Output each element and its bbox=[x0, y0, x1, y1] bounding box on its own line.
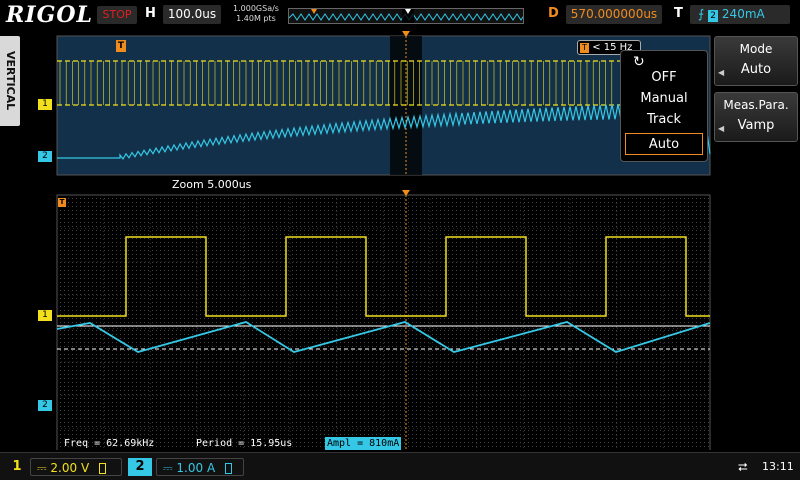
brand-logo: RIGOL bbox=[6, 2, 93, 28]
overview-ch2-marker[interactable]: 2 bbox=[38, 151, 52, 162]
meas-para-value: Vamp bbox=[737, 118, 775, 133]
rising-edge-icon: ⨍ bbox=[698, 7, 705, 21]
ch1-badge[interactable]: 1 bbox=[8, 458, 26, 476]
ch1-scale-box[interactable]: ⎓ 2.00 V bbox=[30, 458, 122, 476]
trigger-readout[interactable]: ⨍ 2 240mA bbox=[690, 5, 790, 24]
meas-para-softkey[interactable]: ◀ Meas.Para. Vamp bbox=[714, 92, 798, 142]
delay-readout[interactable]: 570.000000us bbox=[566, 5, 662, 24]
memory-position-bar[interactable] bbox=[288, 8, 524, 24]
timebase-readout[interactable]: 100.0us bbox=[163, 5, 221, 24]
delay-label: D bbox=[548, 6, 559, 21]
memory-wave-icon bbox=[289, 9, 523, 23]
horizontal-label: H bbox=[145, 6, 156, 21]
vertical-tab[interactable]: VERTICAL bbox=[0, 36, 20, 126]
freq-measurement: Freq = 62.69kHz bbox=[64, 438, 155, 449]
mode-softkey[interactable]: ◀ Mode Auto bbox=[714, 36, 798, 86]
softkey-menu: ◀ Mode Auto ◀ Meas.Para. Vamp bbox=[712, 30, 800, 450]
sample-rate: 1.000GSa/s bbox=[233, 4, 279, 13]
run-stop-indicator[interactable]: STOP bbox=[97, 6, 137, 24]
zoom-ch1-marker[interactable]: 1 bbox=[38, 310, 52, 321]
period-measurement: Period = 15.95us bbox=[196, 438, 293, 449]
battery-icon bbox=[98, 463, 106, 474]
oscilloscope-screen: RIGOL STOP H 100.0us 1.000GSa/s 1.40M pt… bbox=[0, 0, 800, 480]
trigger-level: 240mA bbox=[721, 7, 765, 21]
ch2-badge[interactable]: 2 bbox=[128, 458, 152, 476]
ampl-measurement: Ampl = 810mA bbox=[325, 437, 402, 450]
zoom-trigger-marker: T bbox=[58, 198, 66, 207]
dc-coupling-icon: ⎓ bbox=[37, 461, 47, 475]
overview-ch1-marker[interactable]: 1 bbox=[38, 99, 52, 110]
zoom-ch2-marker[interactable]: 2 bbox=[38, 400, 52, 411]
acquisition-info: 1.000GSa/s 1.40M pts bbox=[228, 4, 284, 24]
waveform-area[interactable]: T 1 2 T < 15 Hz Zoom 5.000us T 1 2 bbox=[0, 30, 712, 450]
channel-status-bar: 1 ⎓ 2.00 V 2 ⎓ 1.00 A ⮂ 13:11 bbox=[0, 452, 800, 480]
ch1-scale: 2.00 V bbox=[50, 461, 90, 475]
chevron-left-icon: ◀ bbox=[718, 124, 725, 133]
zoom-label: Zoom 5.000us bbox=[172, 178, 252, 191]
overview-trigger-marker: T bbox=[116, 40, 126, 52]
dc-coupling-icon: ⎓ bbox=[163, 461, 173, 475]
counter-t-badge: T bbox=[580, 43, 589, 53]
mode-softkey-title: Mode bbox=[739, 42, 773, 56]
battery-icon bbox=[224, 463, 232, 474]
mode-dropdown[interactable]: ↻ OFF Manual Track Auto bbox=[620, 50, 708, 162]
mode-option-manual[interactable]: Manual bbox=[625, 88, 703, 110]
trigger-channel-badge: 2 bbox=[708, 10, 719, 22]
ch2-scale: 1.00 A bbox=[176, 461, 216, 475]
ch2-scale-box[interactable]: ⎓ 1.00 A bbox=[156, 458, 244, 476]
mode-option-track[interactable]: Track bbox=[625, 109, 703, 131]
chevron-left-icon: ◀ bbox=[718, 68, 725, 77]
mode-option-auto[interactable]: Auto bbox=[625, 133, 703, 155]
mode-softkey-value: Auto bbox=[740, 62, 772, 77]
top-status-bar: RIGOL STOP H 100.0us 1.000GSa/s 1.40M pt… bbox=[0, 0, 800, 30]
trigger-label: T bbox=[674, 6, 683, 21]
clock: 13:11 bbox=[762, 460, 794, 473]
meas-para-title: Meas.Para. bbox=[723, 98, 789, 112]
mode-option-off[interactable]: OFF bbox=[625, 67, 703, 89]
waveform-canvas bbox=[56, 31, 711, 450]
memory-depth: 1.40M pts bbox=[236, 14, 276, 23]
usb-icon: ⮂ bbox=[738, 460, 748, 474]
